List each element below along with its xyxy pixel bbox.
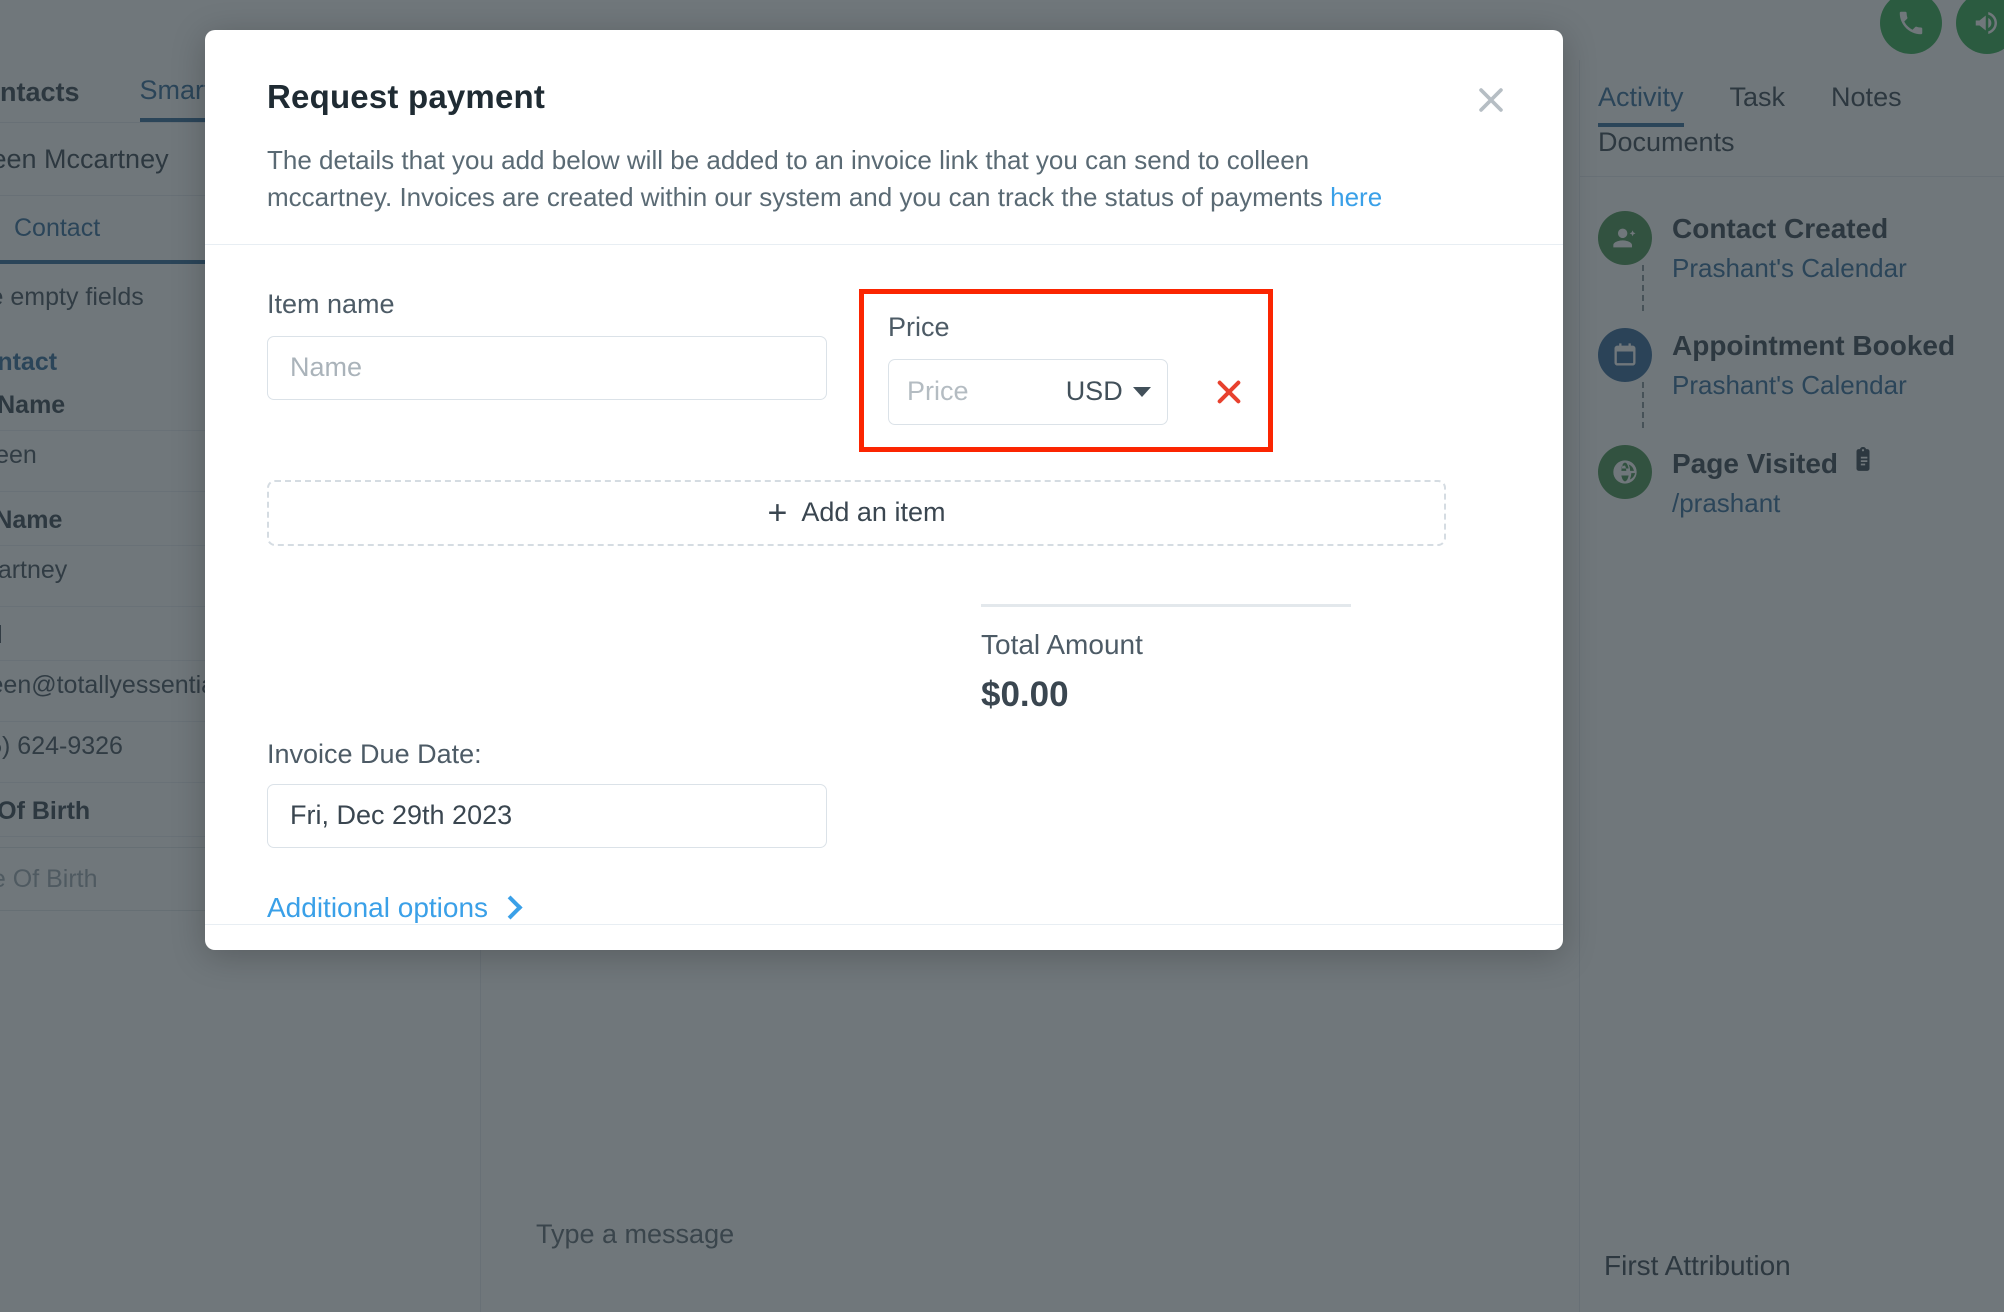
- modal-description-text: The details that you add below will be a…: [267, 145, 1331, 212]
- modal-header: Request payment The details that you add…: [205, 30, 1563, 245]
- invoice-due-date-input[interactable]: [267, 783, 827, 848]
- currency-dropdown[interactable]: USD: [1066, 376, 1167, 407]
- here-link[interactable]: here: [1330, 182, 1382, 212]
- page-title: Request payment: [267, 78, 546, 115]
- remove-item-button[interactable]: [1210, 372, 1248, 412]
- request-payment-modal: Request payment The details that you add…: [205, 30, 1563, 950]
- price-row: USD: [888, 358, 1248, 425]
- screen: Contacts Smart List Colleen Mccartney Co…: [0, 0, 2004, 1312]
- add-item-label: Add an item: [801, 497, 946, 528]
- close-icon[interactable]: [1471, 80, 1511, 120]
- item-name-group: Item name: [267, 289, 827, 400]
- modal-body: Item name Price USD: [205, 245, 1563, 924]
- currency-value: USD: [1065, 376, 1123, 407]
- item-name-label: Item name: [267, 288, 395, 319]
- total-amount-value: $0.00: [981, 674, 1069, 714]
- price-label: Price: [888, 311, 950, 342]
- add-item-button[interactable]: + Add an item: [267, 479, 1446, 546]
- additional-options-link[interactable]: Additional options: [267, 891, 523, 924]
- chevron-right-icon: [498, 895, 523, 920]
- additional-options-label: Additional options: [267, 891, 489, 923]
- totals-section: Total Amount $0.00: [981, 603, 1351, 715]
- item-name-input[interactable]: [267, 335, 827, 400]
- price-input-wrapper: USD: [888, 358, 1168, 425]
- plus-icon: +: [767, 493, 788, 532]
- invoice-due-date-group: Invoice Due Date:: [267, 739, 1501, 848]
- price-input[interactable]: [889, 359, 1066, 424]
- line-item-row: Item name Price USD: [267, 288, 1501, 452]
- chevron-down-icon: [1132, 386, 1151, 397]
- modal-footer: Preview Cancel Copy link and mark as sen…: [205, 923, 1563, 950]
- total-amount-label: Total Amount: [981, 628, 1143, 660]
- price-group-highlight: Price USD: [859, 288, 1273, 452]
- invoice-due-date-label: Invoice Due Date:: [267, 738, 482, 769]
- modal-description: The details that you add below will be a…: [267, 142, 1407, 216]
- divider: [981, 603, 1351, 607]
